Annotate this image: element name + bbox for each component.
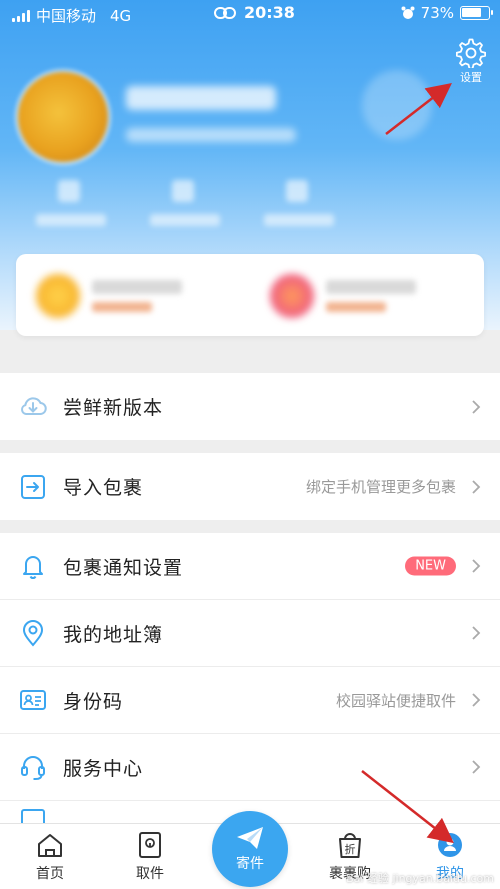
locker-icon (139, 832, 161, 858)
tab-label: 取件 (136, 866, 164, 882)
menu-label: 身份码 (63, 690, 124, 713)
import-icon (21, 474, 45, 499)
promo-card (16, 254, 484, 336)
battery-percent: 73% (420, 4, 454, 22)
menu-row-new-version[interactable]: 尝鲜新版本 (0, 373, 500, 440)
menu-hint: 绑定手机管理更多包裹 (305, 478, 456, 496)
clock: 20:38 (244, 3, 295, 22)
settings-label: 设置 (460, 71, 482, 84)
svg-text:折: 折 (345, 842, 356, 856)
menu-row-address[interactable]: 我的地址簿 (0, 600, 500, 667)
carrier-label: 中国移动 (36, 7, 97, 25)
gear-icon (456, 38, 486, 68)
signal-icon (12, 9, 30, 22)
menu-row-notify[interactable]: 包裹通知设置 NEW (0, 533, 500, 600)
stat-item[interactable] (254, 180, 344, 230)
alarm-icon (401, 6, 415, 19)
stat-item[interactable] (26, 180, 116, 230)
chevron-right-icon (472, 760, 481, 774)
chevron-right-icon (472, 559, 481, 573)
battery-icon (460, 6, 493, 20)
menu-row-import[interactable]: 导入包裹 绑定手机管理更多包裹 (0, 453, 500, 520)
new-badge: NEW (405, 556, 456, 576)
send-label: 寄件 (236, 856, 264, 872)
tab-home[interactable]: 首页 (10, 830, 90, 888)
promo-member-center[interactable] (16, 254, 250, 336)
chevron-right-icon (472, 626, 481, 640)
promo-points[interactable] (250, 254, 484, 336)
mine-active-icon (438, 833, 462, 857)
menu-label: 服务中心 (63, 757, 144, 780)
stat-item[interactable] (140, 180, 230, 230)
send-package-button[interactable]: 寄件 (212, 811, 288, 887)
watermark: Bai 经验 jingyan.baidu.com (346, 872, 494, 885)
status-bar: 中国移动 4G 20:38 73% (0, 0, 500, 28)
chevron-right-icon (472, 693, 481, 707)
menu-group-import: 导入包裹 绑定手机管理更多包裹 (0, 453, 500, 520)
header-decoration (362, 70, 432, 140)
chevron-right-icon (472, 479, 481, 494)
location-pin-icon (22, 620, 44, 647)
menu-label: 尝鲜新版本 (63, 397, 164, 419)
menu-label: 包裹通知设置 (63, 556, 184, 579)
menu-label: 我的地址簿 (63, 623, 164, 646)
avatar[interactable] (18, 72, 108, 162)
menu-row-id-code[interactable]: 身份码 校园驿站便捷取件 (0, 667, 500, 734)
home-icon (38, 834, 62, 857)
menu-label: 导入包裹 (63, 477, 144, 499)
network-label: 4G (110, 6, 132, 25)
shopping-bag-icon: 折 (339, 833, 361, 858)
chevron-right-icon (472, 399, 481, 414)
menu-row-service[interactable]: 服务中心 (0, 734, 500, 801)
tab-label: 首页 (36, 866, 64, 882)
tab-pickup[interactable]: 取件 (110, 830, 190, 888)
link-icon (214, 6, 236, 19)
id-card-icon (20, 690, 46, 710)
cloud-download-icon (21, 396, 47, 415)
menu-group-version: 尝鲜新版本 (0, 373, 500, 440)
user-subtitle-blurred (126, 128, 296, 142)
menu-hint: 校园驿站便捷取件 (335, 691, 456, 710)
username-blurred (126, 86, 276, 110)
paper-plane-icon (237, 827, 263, 849)
menu-group-main: 包裹通知设置 NEW 我的地址簿 身份码 校园驿站便捷取件 服务中心 (0, 533, 500, 831)
settings-button[interactable]: 设置 (451, 38, 491, 86)
bell-icon (23, 556, 43, 579)
headset-icon (21, 756, 45, 780)
